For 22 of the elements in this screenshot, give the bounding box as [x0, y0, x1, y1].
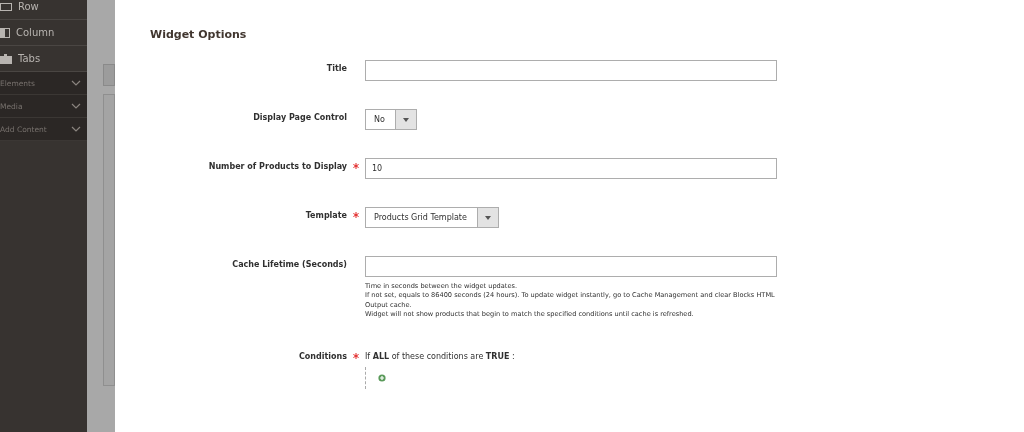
select-dropdown[interactable]: No: [365, 109, 417, 130]
section-heading: Widget Options: [150, 28, 248, 41]
input-field[interactable]: [365, 256, 777, 277]
row-icon: [0, 2, 12, 11]
caret-icon: [484, 215, 491, 220]
input-field[interactable]: 10: [365, 158, 777, 179]
chevron-icon: [71, 126, 81, 132]
field-label: Display Page Control: [252, 112, 347, 124]
field-label: Number of Products to Display: [207, 161, 347, 173]
select-dropdown[interactable]: Products Grid Template: [365, 207, 499, 228]
chevron-icon: [71, 80, 81, 86]
caret-icon: [402, 117, 409, 122]
input-field[interactable]: [365, 60, 777, 81]
column-icon: [0, 27, 10, 38]
chevron-icon: [71, 103, 81, 109]
field-label: Conditions: [297, 350, 347, 363]
conditions-text: If ALL of these conditions are TRUE :: [365, 350, 516, 363]
tabs-icon: [0, 53, 12, 64]
field-label: Cache Lifetime (Seconds): [231, 259, 347, 271]
field-label: Title: [325, 63, 347, 75]
field-label: Template: [304, 210, 347, 222]
add-condition-icon[interactable]: [378, 373, 386, 382]
